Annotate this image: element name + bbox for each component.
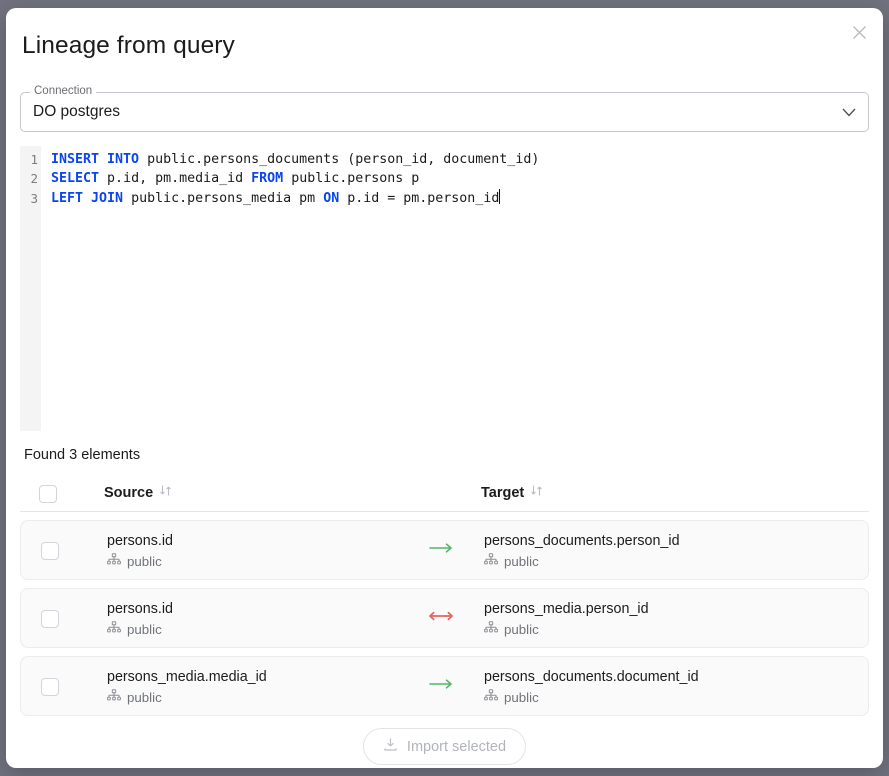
connection-select[interactable]: Connection DO postgres [20,85,869,132]
row-checkbox[interactable] [41,542,59,560]
table-row[interactable]: persons.id public persons_media.person_id p… [20,588,869,648]
sort-updown-icon[interactable] [530,484,543,502]
target-name: persons_documents.person_id [484,533,680,549]
schema-icon [107,689,121,707]
source-cell: persons.id public [107,599,173,639]
schema-label: public [127,690,162,705]
row-checkbox[interactable] [41,610,59,628]
schema-icon [484,553,498,571]
column-header-source[interactable]: Source [104,484,172,502]
target-schema: public [484,621,649,639]
target-schema: public [484,689,699,707]
editor-line-numbers: 1 2 3 [20,146,41,431]
schema-label: public [504,622,539,637]
close-icon [852,25,867,40]
source-name: persons_media.media_id [107,669,267,685]
column-header-source-label: Source [104,485,154,501]
download-icon [383,737,398,756]
sort-updown-icon[interactable] [159,484,172,502]
target-cell: persons_documents.person_idpublic [484,531,680,571]
table-row[interactable]: persons.id public persons_documents.person… [20,520,869,580]
sql-text: p.id, pm.media_id [99,171,252,187]
schema-label: public [504,554,539,569]
source-cell: persons.id public [107,531,173,571]
target-cell: persons_documents.document_idpublic [484,667,699,707]
connection-label: Connection [30,85,97,98]
arrow-left-right-icon [428,609,454,628]
sql-keyword: FROM [251,171,284,187]
page-title: Lineage from query [22,32,235,59]
select-all-checkbox[interactable] [39,485,57,503]
connection-value: DO postgres [33,103,121,120]
line-number: 2 [30,171,38,187]
sql-text: p.id = pm.person_id [339,190,500,206]
chevron-down-icon[interactable] [839,102,859,122]
sql-keyword: SELECT [51,171,100,187]
schema-label: public [127,554,162,569]
schema-label: public [127,622,162,637]
target-name: persons_media.person_id [484,601,649,617]
found-elements-label: Found 3 elements [24,447,141,463]
target-name: persons_documents.document_id [484,669,699,685]
sql-editor[interactable]: 1 2 3 INSERT INTO public.persons_documents… [20,146,869,431]
dialog-footer: Import selected [6,728,883,765]
schema-label: public [504,690,539,705]
source-name: persons.id [107,601,173,617]
text-caret [499,188,501,204]
code-line: INSERT INTO public.persons_documents (pe… [51,150,869,169]
target-cell: persons_media.person_idpublic [484,599,649,639]
column-header-target[interactable]: Target [481,484,543,502]
select-outline [20,92,869,132]
sql-keyword: ON [323,190,340,206]
import-selected-label: Import selected [406,738,507,755]
source-cell: persons_media.media_idpublic [107,667,267,707]
source-schema: public [107,621,173,639]
row-checkbox[interactable] [41,678,59,696]
line-number: 1 [30,152,38,167]
schema-icon [107,621,121,639]
close-dialog-button[interactable] [845,18,873,46]
sql-text: public.persons_documents (person_id, doc… [139,152,540,167]
import-selected-button[interactable]: Import selected [362,728,527,765]
lineage-dialog: Lineage from query Connection DO postgre… [6,8,883,768]
editor-code[interactable]: INSERT INTO public.persons_documents (pe… [41,146,869,431]
arrow-right-icon [428,677,454,696]
schema-icon [484,621,498,639]
results-table-header: Source Target [20,476,869,512]
code-line: LEFT JOIN public.persons_media pm ON p.i… [51,188,869,208]
lineage-direction [413,521,469,579]
source-name: persons.id [107,533,173,549]
source-schema: public [107,689,267,707]
sql-text: public.persons p [283,171,420,187]
table-row[interactable]: persons_media.media_id public persons_docu… [20,656,869,716]
sql-text: public.persons_media pm [123,190,324,206]
sql-keyword: INSERT INTO [51,152,140,167]
source-schema: public [107,553,173,571]
lineage-direction [413,657,469,715]
lineage-direction [413,589,469,647]
sql-keyword: LEFT JOIN [51,190,124,206]
code-line: SELECT p.id, pm.media_id FROM public.per… [51,169,869,188]
arrow-right-icon [428,541,454,560]
schema-icon [107,553,121,571]
results-table-body: persons.id public persons_documents.person… [20,520,869,724]
column-header-target-label: Target [481,485,525,501]
target-schema: public [484,553,680,571]
schema-icon [484,689,498,707]
line-number: 3 [30,190,38,206]
